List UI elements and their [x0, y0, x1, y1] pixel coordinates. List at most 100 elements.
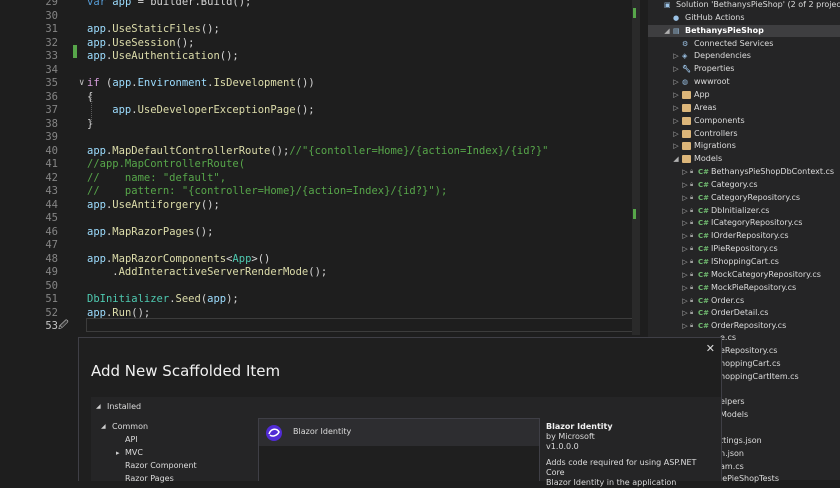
solution-item[interactable]: ▷ 🔒︎ C# Category.cs [648, 179, 840, 192]
solution-item-label: ttings.json [720, 435, 762, 445]
expand-arrow-icon[interactable]: ▷ [672, 89, 680, 102]
lock-icon: 🔒︎ [690, 258, 694, 265]
code-line[interactable]: 34 [0, 64, 640, 78]
expand-arrow-icon[interactable]: ▷ [672, 102, 680, 115]
solution-item[interactable]: ◢ Models [648, 153, 840, 166]
solution-item[interactable]: ▷ 🔒︎ C# IOrderRepository.cs [648, 230, 840, 243]
solution-item[interactable]: ▷ 🔒︎ C# BethanysPieShopDbContext.cs [648, 166, 840, 179]
code-line[interactable]: 32 app.UseSession(); [0, 37, 640, 51]
code-line[interactable]: 48 app.MapRazorComponents<App>() [0, 253, 640, 267]
solution-item[interactable]: ▷ Migrations [648, 140, 840, 153]
code-line[interactable]: 38} [0, 118, 640, 132]
expand-arrow-icon[interactable]: ▷ [681, 192, 689, 205]
solution-item[interactable]: ▷ ◈ Dependencies [648, 50, 840, 63]
line-number: 29 [45, 0, 58, 8]
expand-arrow-icon[interactable]: ▷ [681, 256, 689, 269]
solution-item[interactable]: ◢ ▤ BethanysPieShop [648, 24, 840, 38]
folder-icon [682, 116, 691, 125]
solution-item[interactable]: ⚙ Connected Services [648, 38, 840, 51]
solution-item-label: Dependencies [694, 51, 751, 61]
expand-arrow-icon[interactable]: ▷ [681, 307, 689, 320]
expand-arrow-icon[interactable]: ▷ [681, 230, 689, 243]
expand-arrow-icon[interactable]: ▷ [672, 115, 680, 128]
expand-arrow-icon[interactable]: ▷ [681, 166, 689, 179]
solution-item[interactable]: ● GitHub Actions [648, 12, 840, 25]
solution-item[interactable]: ▷ 🔒︎ C# IPieRepository.cs [648, 243, 840, 256]
expand-arrow-icon[interactable]: ▷ [681, 179, 689, 192]
solution-item[interactable]: ▷ 🔒︎ C# IShoppingCart.cs [648, 256, 840, 269]
line-number: 43 [45, 185, 58, 197]
solution-item[interactable]: ▷ 🔧︎ Properties [648, 63, 840, 76]
line-number: 31 [45, 23, 58, 35]
solution-item[interactable]: ▷ App [648, 89, 840, 102]
solution-item[interactable]: ▣ Solution 'BethanysPieShop' (2 of 2 proj… [648, 0, 840, 12]
editor-vertical-scrollbar[interactable] [632, 0, 640, 335]
csharp-file-icon: C# [698, 296, 710, 305]
line-number: 44 [45, 198, 58, 211]
expand-arrow-icon[interactable]: ▷ [681, 217, 689, 230]
code-line[interactable]: 29 var app = builder.Build(); [0, 0, 640, 10]
code-line[interactable]: 39 [0, 131, 640, 145]
code-line[interactable]: 46 app.MapRazorPages(); [0, 226, 640, 240]
code-line[interactable]: 31 app.UseStaticFiles(); [0, 23, 640, 37]
code-line[interactable]: 33 app.UseAuthentication(); [0, 50, 640, 64]
solution-item-label: Controllers [694, 128, 738, 138]
connected-services-icon: ⚙ [682, 39, 689, 48]
solution-item[interactable]: ▷ 🔒︎ C# CategoryRepository.cs [648, 192, 840, 205]
current-line-highlight [86, 318, 634, 332]
solution-item[interactable]: ▷ 🔒︎ C# OrderDetail.cs [648, 307, 840, 320]
template-blazor-identity[interactable]: Blazor Identity [258, 418, 540, 447]
fold-toggle-icon[interactable]: ∨ [79, 77, 84, 91]
solution-item[interactable]: ▷ 🔒︎ C# DbInitializer.cs [648, 205, 840, 218]
code-line[interactable]: 49 .AddInteractiveServerRenderMode(); [0, 266, 640, 280]
expand-arrow-icon[interactable]: ▷ [672, 76, 680, 89]
solution-item-label: DbInitializer.cs [711, 205, 770, 215]
expand-arrow-icon[interactable]: ▷ [672, 140, 680, 153]
expand-arrow-icon[interactable]: ▷ [681, 282, 689, 295]
code-line[interactable]: 45 [0, 212, 640, 226]
tree-item-razor-pages[interactable]: Razor Pages [125, 474, 174, 483]
expand-arrow-icon[interactable]: ▷ [681, 205, 689, 218]
dialog-title: Add New Scaffolded Item [91, 362, 281, 380]
change-marker [73, 45, 77, 58]
code-line[interactable]: 36{ [0, 91, 640, 105]
line-number: 34 [45, 63, 58, 76]
code-line[interactable]: 35 ∨ if (app.Environment.IsDevelopment()) [0, 77, 640, 91]
code-line[interactable]: 44 app.UseAntiforgery(); [0, 199, 640, 213]
tree-item-api[interactable]: API [125, 435, 138, 444]
collapse-arrow-icon[interactable]: ◢ [663, 25, 671, 38]
lock-icon: 🔒︎ [690, 180, 694, 188]
solution-item-label: e.cs [720, 333, 737, 342]
code-line[interactable]: 40 app.MapDefaultControllerRoute();//"{co… [0, 145, 640, 159]
quick-actions-icon[interactable]: 🖉 [58, 318, 69, 335]
code-line[interactable]: 43 // pattern: "{controller=Home}/{action… [0, 185, 640, 199]
code-line[interactable]: 41 //app.MapControllerRoute( [0, 158, 640, 172]
code-line[interactable]: 37 app.UseDeveloperExceptionPage(); [0, 104, 640, 118]
code-line[interactable]: 50 [0, 280, 640, 294]
code-line[interactable]: 42 // name: "default", [0, 172, 640, 186]
csharp-file-icon: C# [698, 193, 710, 202]
solution-item[interactable]: ▷ 🔒︎ C# ICategoryRepository.cs [648, 217, 840, 230]
solution-item[interactable]: ▷ 🔒︎ C# MockCategoryRepository.cs [648, 269, 840, 282]
tree-item-razor-component[interactable]: Razor Component [125, 461, 197, 470]
code-line[interactable]: 30 [0, 10, 640, 24]
solution-item[interactable]: ▷ 🔒︎ C# MockPieRepository.cs [648, 282, 840, 295]
solution-item[interactable]: ▷ ◍ wwwroot [648, 76, 840, 89]
solution-item[interactable]: ▷ Areas [648, 102, 840, 115]
solution-item-label: hoppingCartItem.cs [720, 371, 799, 381]
expand-arrow-icon[interactable]: ▷ [681, 243, 689, 256]
expand-arrow-icon[interactable]: ▷ [672, 128, 680, 141]
expand-arrow-icon[interactable]: ▷ [672, 63, 680, 76]
code-line[interactable]: 47 [0, 239, 640, 253]
collapse-arrow-icon[interactable]: ◢ [672, 153, 680, 166]
expand-arrow-icon[interactable]: ▷ [681, 295, 689, 308]
code-line[interactable]: 51 DbInitializer.Seed(app); [0, 293, 640, 307]
solution-item[interactable]: ▷ 🔒︎ C# Order.cs [648, 295, 840, 308]
expand-arrow-icon[interactable]: ▷ [681, 269, 689, 282]
code-text: DbInitializer.Seed(app); [87, 293, 239, 305]
expand-arrow-icon[interactable]: ▷ [672, 50, 680, 63]
solution-item[interactable]: ▷ Components [648, 115, 840, 128]
solution-item-label: Models [720, 410, 749, 420]
solution-item[interactable]: ▷ Controllers [648, 128, 840, 141]
close-icon[interactable]: ✕ [706, 342, 715, 355]
